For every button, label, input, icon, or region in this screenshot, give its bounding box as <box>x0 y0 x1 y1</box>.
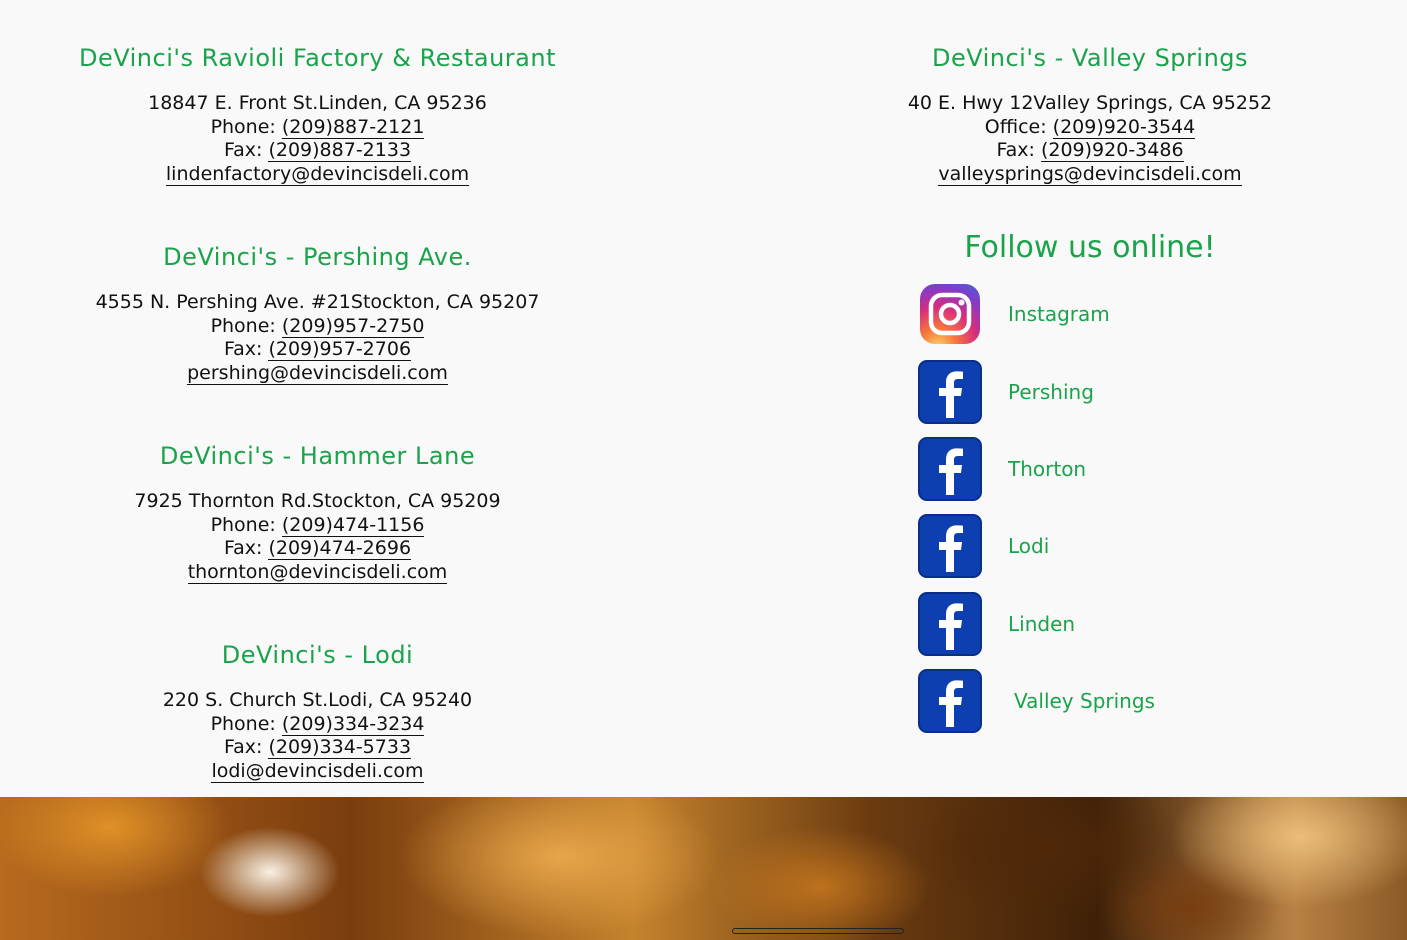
fax-link[interactable]: (209)957-2706 <box>268 338 412 362</box>
location-phone-line: Phone: (209)474-1156 <box>0 513 635 538</box>
fax-label: Fax: <box>223 537 269 560</box>
location-address: 7925 Thornton Rd.Stockton, CA 95209 <box>134 490 501 512</box>
fax-link[interactable]: (209)887-2133 <box>268 139 412 163</box>
location-valley-springs: DeVinci's - Valley Springs 40 E. Hwy 12V… <box>780 44 1400 186</box>
social-link-valley-springs[interactable]: Valley Springs <box>918 669 1155 733</box>
location-address: 40 E. Hwy 12Valley Springs, CA 95252 <box>907 92 1273 114</box>
location-title: DeVinci's - Lodi <box>221 641 414 669</box>
social-label[interactable]: Valley Springs <box>1014 689 1155 713</box>
location-title: DeVinci's - Hammer Lane <box>159 442 476 470</box>
office-label: Office: <box>984 115 1053 138</box>
location-pershing: DeVinci's - Pershing Ave. 4555 N. Pershi… <box>0 243 635 385</box>
phone-link[interactable]: (209)334-3234 <box>281 712 425 736</box>
follow-us-heading: Follow us online! <box>964 230 1216 265</box>
location-linden-factory: DeVinci's Ravioli Factory & Restaurant 1… <box>0 44 635 186</box>
home-indicator[interactable] <box>732 928 904 934</box>
contact-page: DeVinci's Ravioli Factory & Restaurant 1… <box>0 0 1407 940</box>
social-link-linden[interactable]: Linden <box>918 592 1075 656</box>
fax-label: Fax: <box>996 139 1041 162</box>
social-label[interactable]: Thorton <box>1008 457 1086 481</box>
social-link-instagram[interactable]: Instagram <box>918 282 1110 346</box>
location-title: DeVinci's - Valley Springs <box>931 44 1249 72</box>
social-label[interactable]: Linden <box>1008 612 1075 636</box>
social-link-lodi[interactable]: Lodi <box>918 514 1049 578</box>
social-label[interactable]: Lodi <box>1008 534 1049 558</box>
facebook-icon[interactable] <box>918 592 982 656</box>
fax-label: Fax: <box>223 338 269 361</box>
location-address: 4555 N. Pershing Ave. #21Stockton, CA 95… <box>95 291 540 313</box>
location-title: DeVinci's - Pershing Ave. <box>163 243 472 271</box>
facebook-icon[interactable] <box>918 514 982 578</box>
email-link[interactable]: valleysprings@devincisdeli.com <box>938 162 1242 186</box>
facebook-icon[interactable] <box>918 437 982 501</box>
location-fax-line: Fax: (209)334-5733 <box>0 736 635 760</box>
fax-link[interactable]: (209)334-5733 <box>268 736 412 760</box>
location-phone-line: Phone: (209)957-2750 <box>0 314 635 339</box>
location-fax-line: Fax: (209)920-3486 <box>780 139 1400 163</box>
location-title: DeVinci's Ravioli Factory & Restaurant <box>78 44 556 72</box>
phone-label: Phone: <box>210 314 282 337</box>
instagram-icon[interactable] <box>918 282 982 346</box>
facebook-icon[interactable] <box>918 360 982 424</box>
footer-background-photo <box>0 797 1407 940</box>
location-address: 220 S. Church St.Lodi, CA 95240 <box>162 689 473 711</box>
location-phone-line: Phone: (209)334-3234 <box>0 712 635 737</box>
location-fax-line: Fax: (209)474-2696 <box>0 537 635 561</box>
phone-link[interactable]: (209)957-2750 <box>281 314 425 338</box>
location-phone-line: Phone: (209)887-2121 <box>0 115 635 140</box>
location-office-line: Office: (209)920-3544 <box>780 115 1400 140</box>
phone-label: Phone: <box>210 513 282 536</box>
phone-link[interactable]: (209)474-1156 <box>281 513 425 537</box>
fax-link[interactable]: (209)920-3486 <box>1040 139 1184 163</box>
email-link[interactable]: lodi@devincisdeli.com <box>211 759 424 783</box>
fax-link[interactable]: (209)474-2696 <box>268 537 412 561</box>
social-label[interactable]: Pershing <box>1008 380 1094 404</box>
social-label[interactable]: Instagram <box>1008 302 1110 326</box>
location-fax-line: Fax: (209)887-2133 <box>0 139 635 163</box>
location-fax-line: Fax: (209)957-2706 <box>0 338 635 362</box>
phone-label: Phone: <box>210 712 282 735</box>
social-link-pershing[interactable]: Pershing <box>918 360 1094 424</box>
office-phone-link[interactable]: (209)920-3544 <box>1052 115 1196 139</box>
phone-link[interactable]: (209)887-2121 <box>281 115 425 139</box>
location-hammer-lane: DeVinci's - Hammer Lane 7925 Thornton Rd… <box>0 442 635 584</box>
email-link[interactable]: thornton@devincisdeli.com <box>187 560 448 584</box>
email-link[interactable]: pershing@devincisdeli.com <box>187 361 448 385</box>
email-link[interactable]: lindenfactory@devincisdeli.com <box>165 162 470 186</box>
location-address: 18847 E. Front St.Linden, CA 95236 <box>148 92 487 114</box>
location-lodi: DeVinci's - Lodi 220 S. Church St.Lodi, … <box>0 641 635 783</box>
fax-label: Fax: <box>223 736 269 759</box>
fax-label: Fax: <box>223 139 269 162</box>
phone-label: Phone: <box>210 115 282 138</box>
social-link-thorton[interactable]: Thorton <box>918 437 1086 501</box>
facebook-icon[interactable] <box>918 669 982 733</box>
